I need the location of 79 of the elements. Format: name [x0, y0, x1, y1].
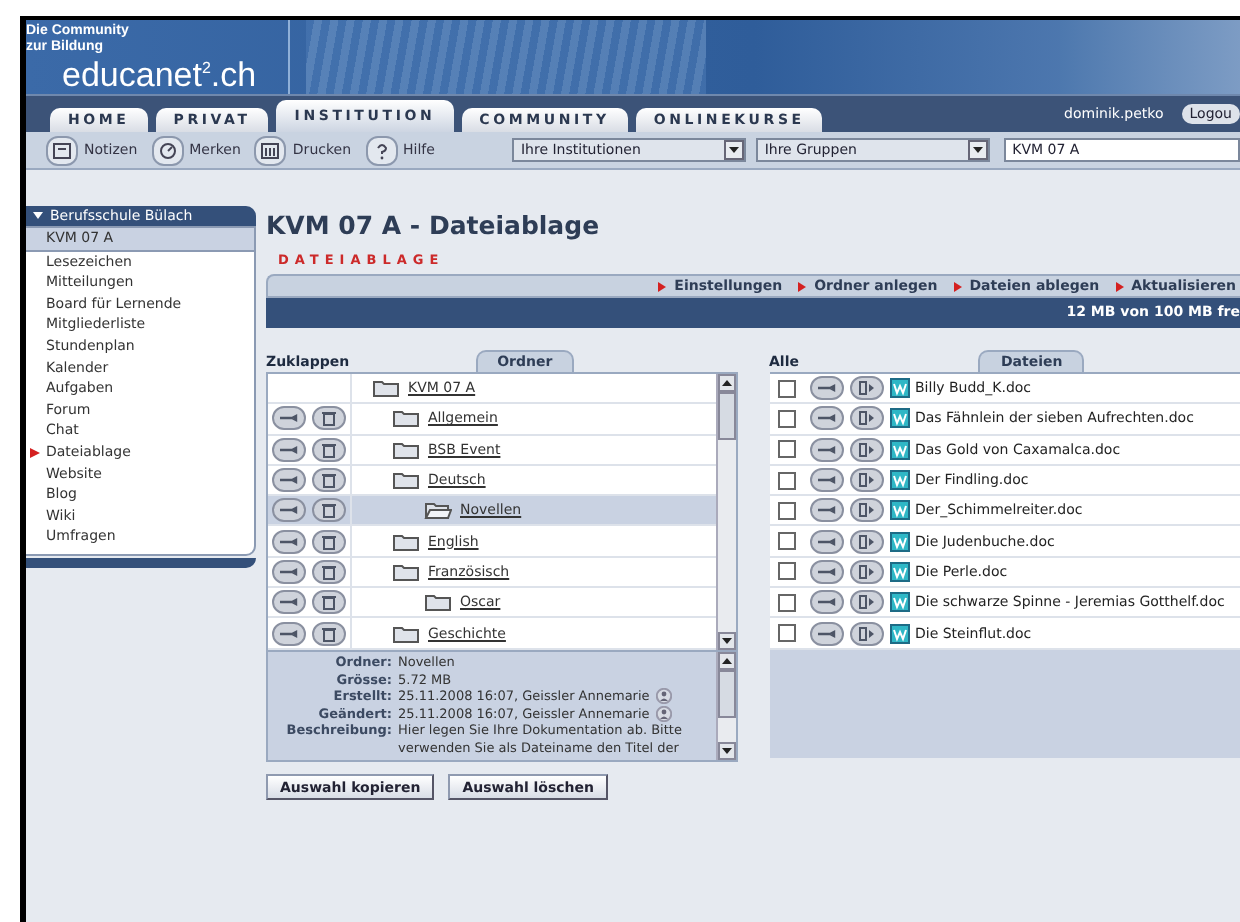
pencil-icon[interactable] — [272, 406, 306, 431]
printer-icon — [256, 137, 285, 163]
pencil-icon[interactable] — [272, 529, 306, 554]
folder-icon — [372, 378, 400, 399]
checkbox[interactable] — [777, 593, 795, 612]
checkbox[interactable] — [777, 562, 795, 581]
properties-icon[interactable] — [849, 498, 883, 523]
person-icon[interactable] — [655, 706, 672, 723]
arrow-icon — [798, 281, 807, 291]
pencil-icon[interactable] — [272, 590, 306, 615]
page-title: KVM 07 A - Dateiablage — [266, 210, 602, 240]
pencil-icon[interactable] — [809, 621, 843, 646]
scrollbar-thumb[interactable] — [717, 392, 735, 440]
pencil-icon[interactable] — [809, 437, 843, 462]
properties-icon[interactable] — [849, 559, 883, 584]
trash-icon[interactable] — [312, 498, 346, 523]
pencil-icon[interactable] — [272, 468, 306, 493]
properties-icon[interactable] — [849, 621, 883, 646]
trash-icon[interactable] — [312, 437, 346, 462]
pencil-icon[interactable] — [272, 621, 306, 646]
person-icon[interactable] — [655, 688, 672, 705]
trash-icon[interactable] — [312, 559, 346, 584]
pencil-icon[interactable] — [809, 376, 843, 401]
folder-icon — [392, 439, 420, 460]
checkbox[interactable] — [777, 532, 795, 551]
pencil-icon[interactable] — [809, 406, 843, 431]
scrollbar-thumb[interactable] — [717, 670, 735, 718]
pencil-icon[interactable] — [809, 559, 843, 584]
scroll-up-icon — [717, 374, 735, 392]
pencil-icon[interactable] — [809, 468, 843, 493]
scroll-down-icon — [717, 742, 735, 760]
checkbox[interactable] — [777, 379, 795, 398]
scrollbar[interactable] — [715, 652, 735, 760]
folder-icon — [392, 470, 420, 491]
checkbox[interactable] — [777, 471, 795, 490]
properties-icon[interactable] — [849, 468, 883, 493]
folder-icon — [424, 592, 452, 613]
caret-icon — [724, 140, 745, 160]
checkbox[interactable] — [777, 409, 795, 428]
folder-icon — [392, 561, 420, 582]
document-icon — [889, 592, 909, 613]
notepad-icon — [48, 137, 76, 163]
pencil-icon[interactable] — [809, 590, 843, 615]
document-icon — [889, 623, 909, 644]
arrow-icon — [953, 281, 962, 291]
trash-icon[interactable] — [312, 468, 346, 493]
document-icon — [889, 439, 909, 460]
pencil-icon[interactable] — [272, 498, 306, 523]
document-icon — [889, 561, 909, 582]
trash-icon[interactable] — [312, 621, 346, 646]
document-icon — [889, 500, 909, 521]
educanet-logo[interactable]: educanet$^{2}$.ch — [62, 56, 257, 94]
collapse-triangle-icon[interactable] — [32, 210, 44, 222]
folder-icon — [392, 623, 420, 644]
properties-icon[interactable] — [849, 376, 883, 401]
caret-icon — [968, 140, 989, 160]
checkbox[interactable] — [777, 501, 795, 520]
pencil-icon[interactable] — [272, 559, 306, 584]
arrow-icon — [1115, 281, 1124, 291]
arrow-icon — [658, 281, 667, 291]
trash-icon[interactable] — [312, 590, 346, 615]
properties-icon[interactable] — [849, 529, 883, 554]
pencil-icon[interactable] — [272, 437, 306, 462]
properties-icon[interactable] — [849, 590, 883, 615]
scrollbar[interactable] — [715, 374, 735, 650]
folder-icon — [392, 408, 420, 429]
pencil-icon[interactable] — [809, 529, 843, 554]
properties-icon[interactable] — [849, 406, 883, 431]
trash-icon[interactable] — [312, 406, 346, 431]
pencil-icon[interactable] — [809, 498, 843, 523]
document-icon — [889, 470, 909, 491]
properties-icon[interactable] — [849, 437, 883, 462]
trash-icon[interactable] — [312, 529, 346, 554]
folder-icon — [392, 531, 420, 552]
document-icon — [889, 531, 909, 552]
scroll-up-icon — [717, 652, 735, 670]
document-icon — [889, 408, 909, 429]
checkbox[interactable] — [777, 624, 795, 643]
checkbox[interactable] — [777, 440, 795, 459]
